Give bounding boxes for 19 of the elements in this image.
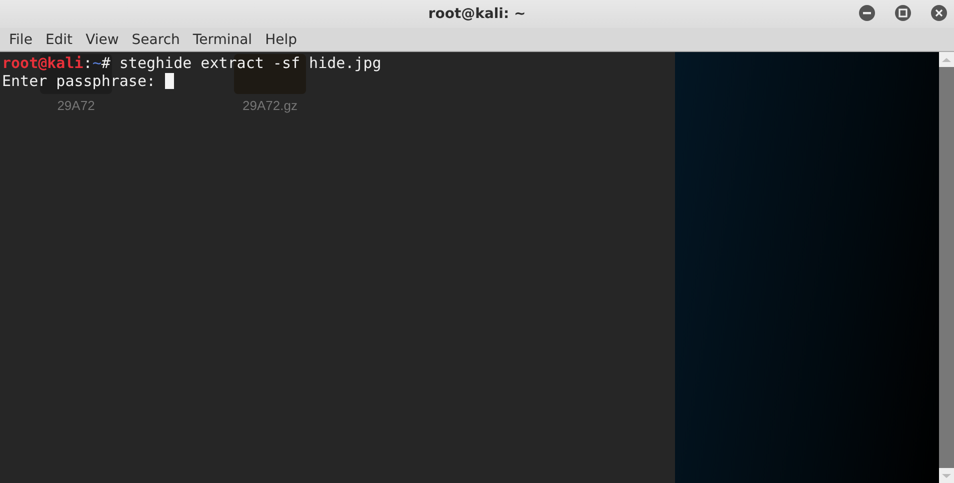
menu-item[interactable]: Edit [45, 32, 73, 48]
menu-item[interactable]: Search [132, 32, 180, 48]
output-text: Enter passphrase: [2, 72, 157, 90]
window-title: root@kali: ~ [428, 6, 526, 22]
prompt-path: ~ [92, 54, 102, 72]
prompt-separator: : [83, 54, 92, 72]
file-label: 29A72 [57, 98, 95, 113]
close-icon[interactable] [930, 4, 948, 22]
file-label: 29A72.gz [242, 98, 298, 113]
command-text: steghide extract -sf hide.jpg [118, 54, 382, 72]
menu-item[interactable]: Help [265, 32, 297, 48]
menu-item[interactable]: View [86, 32, 119, 48]
menu-item[interactable]: Terminal [192, 32, 252, 48]
minimize-icon[interactable] [858, 4, 876, 22]
menu-item[interactable]: File [9, 32, 32, 48]
maximize-icon[interactable] [894, 4, 912, 22]
terminal-area[interactable]: 29A72 29A72.gz root@kali:~# steghide extract -sf hide.jpg Enter passphrase: [0, 52, 675, 483]
prompt-symbol: # [101, 54, 110, 72]
prompt-user: root@kali [2, 54, 84, 72]
